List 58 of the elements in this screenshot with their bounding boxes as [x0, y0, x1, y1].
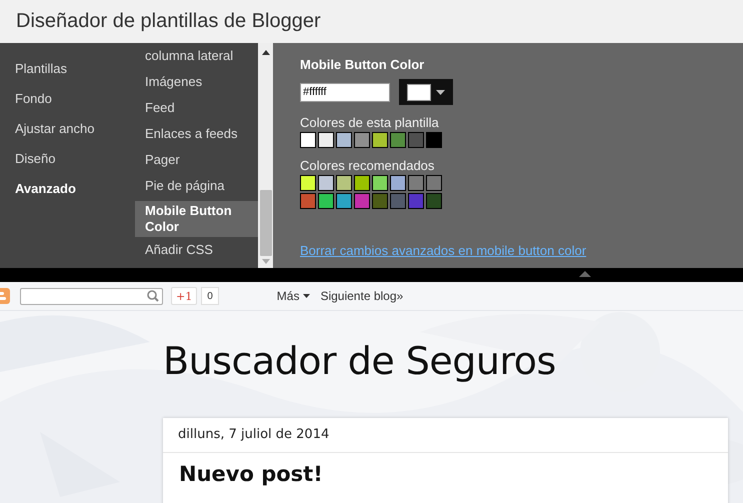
section-item[interactable]: Enlaces a feeds — [135, 121, 258, 147]
swatch-label: Colores de esta plantilla — [300, 115, 440, 130]
color-swatch[interactable] — [354, 175, 370, 191]
sidebar-item[interactable]: Ajustar ancho — [0, 119, 135, 149]
section-item[interactable]: Feed — [135, 95, 258, 121]
color-swatch[interactable] — [426, 193, 442, 209]
sidebar-item[interactable]: Avanzado — [0, 179, 135, 209]
color-swatch[interactable] — [426, 175, 442, 191]
section-item[interactable]: Mobile Button Color — [135, 201, 258, 237]
color-swatch[interactable] — [336, 175, 352, 191]
caret-icon — [303, 294, 310, 298]
color-swatch[interactable] — [408, 193, 424, 209]
color-swatch[interactable] — [318, 175, 334, 191]
section-item[interactable]: columna lateral — [135, 43, 258, 69]
color-swatch[interactable] — [336, 132, 352, 148]
search-icon — [147, 290, 159, 302]
color-swatch[interactable] — [300, 132, 316, 148]
color-swatch[interactable] — [354, 193, 370, 209]
color-swatch[interactable] — [318, 132, 334, 148]
color-swatch[interactable] — [426, 132, 442, 148]
sidebar-item[interactable]: Plantillas — [0, 59, 135, 89]
section-heading: Mobile Button Color — [300, 57, 426, 72]
window-title: Diseñador de plantillas de Blogger — [16, 10, 321, 33]
color-swatch[interactable] — [372, 132, 388, 148]
color-swatch[interactable] — [408, 175, 424, 191]
color-swatch[interactable] — [390, 132, 406, 148]
color-swatch[interactable] — [300, 193, 316, 209]
search-field[interactable] — [20, 288, 163, 304]
collapse-icon[interactable] — [579, 271, 591, 277]
post-title[interactable]: Nuevo post! — [179, 462, 728, 486]
caret-icon — [436, 90, 445, 94]
sidebar-item[interactable]: Diseño — [0, 149, 135, 179]
color-swatch[interactable] — [372, 193, 388, 209]
color-swatch[interactable] — [390, 175, 406, 191]
color-swatch[interactable] — [354, 132, 370, 148]
next-blog-link[interactable]: Siguiente blog» — [320, 289, 404, 303]
share-count: 0 — [201, 287, 219, 305]
color-swatch[interactable] — [300, 175, 316, 191]
post-date: dilluns, 7 juliol de 2014 — [163, 418, 728, 453]
color-picker-button[interactable] — [399, 79, 453, 105]
more-menu[interactable]: Más — [276, 289, 310, 303]
blog-title: Buscador de Seguros — [163, 339, 557, 383]
scroll-thumb[interactable] — [260, 190, 272, 256]
color-input[interactable]: #ffffff — [300, 82, 390, 102]
section-item[interactable]: Pie de página — [135, 173, 258, 199]
color-swatch[interactable] — [336, 193, 352, 209]
color-swatch[interactable] — [390, 193, 406, 209]
color-swatch[interactable] — [318, 193, 334, 209]
scroll-up-icon[interactable] — [262, 50, 270, 55]
section-item[interactable]: Imágenes — [135, 69, 258, 95]
plus-one-button[interactable]: +1 — [171, 287, 198, 305]
section-item[interactable]: Pager — [135, 147, 258, 173]
swatch-label: Colores recomendados — [300, 158, 436, 173]
section-item[interactable]: Añadir CSS — [135, 237, 258, 263]
color-swatch[interactable] — [372, 175, 388, 191]
scrollbar[interactable] — [258, 43, 273, 268]
color-swatch[interactable] — [408, 132, 424, 148]
sidebar-item[interactable]: Fondo — [0, 89, 135, 119]
